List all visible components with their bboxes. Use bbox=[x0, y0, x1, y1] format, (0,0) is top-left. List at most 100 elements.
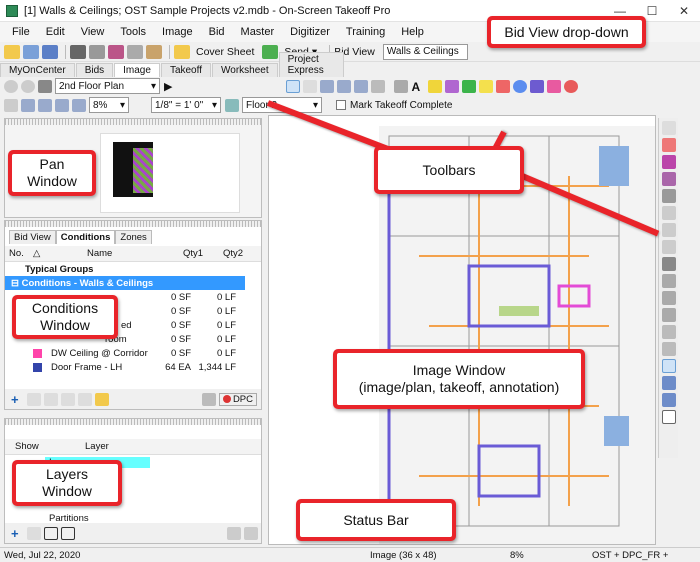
menu-file[interactable]: File bbox=[12, 26, 30, 38]
zoom-prev-icon[interactable] bbox=[72, 98, 86, 112]
cloud-tool-icon[interactable] bbox=[547, 79, 562, 93]
move-condition-icon[interactable] bbox=[77, 392, 92, 406]
add-condition-icon[interactable]: + bbox=[11, 392, 19, 407]
tab-worksheet[interactable]: Worksheet bbox=[212, 63, 278, 77]
pan-thumbnail[interactable] bbox=[100, 133, 240, 213]
menu-tools[interactable]: Tools bbox=[120, 26, 146, 38]
tool-rotate-icon[interactable] bbox=[661, 189, 676, 203]
zoom-in-small-icon[interactable] bbox=[21, 98, 35, 112]
fit-icon[interactable] bbox=[4, 98, 18, 112]
tool-expand-icon[interactable] bbox=[661, 342, 676, 356]
mark-complete-checkbox[interactable] bbox=[336, 100, 346, 110]
move-up-icon[interactable] bbox=[227, 526, 241, 540]
tab-bids[interactable]: Bids bbox=[75, 63, 114, 77]
col-qty2[interactable]: Qty2 bbox=[203, 248, 243, 259]
close-icon[interactable]: ✕ bbox=[668, 0, 700, 22]
col-layer[interactable]: Layer bbox=[55, 441, 109, 452]
edit-condition-icon[interactable] bbox=[26, 392, 41, 406]
stamp-icon[interactable] bbox=[445, 79, 460, 93]
save-icon[interactable] bbox=[42, 44, 58, 59]
condition-section-row[interactable]: ⊟ Conditions - Walls & Ceilings bbox=[5, 276, 245, 290]
print-icon[interactable] bbox=[70, 44, 86, 59]
tool-grid-icon[interactable] bbox=[661, 376, 676, 390]
delete-layer-icon[interactable] bbox=[26, 526, 41, 540]
show-all-icon[interactable] bbox=[43, 526, 58, 540]
stop-icon[interactable] bbox=[564, 79, 579, 93]
tab-myoncenter[interactable]: MyOnCenter bbox=[0, 63, 75, 77]
menu-digitizer[interactable]: Digitizer bbox=[290, 26, 330, 38]
arrow-tool-icon[interactable] bbox=[462, 79, 477, 93]
zoom-out-icon[interactable] bbox=[354, 79, 369, 93]
bid-view-dropdown[interactable]: Walls & Ceilings bbox=[382, 43, 468, 60]
scale-dropdown[interactable]: 1/8" = 1' 0" ▾ bbox=[151, 97, 221, 113]
menu-help[interactable]: Help bbox=[401, 26, 424, 38]
tool-layers-icon[interactable] bbox=[661, 393, 676, 407]
cover-sheet-button[interactable]: Cover Sheet bbox=[174, 44, 254, 59]
tool-split-icon[interactable] bbox=[661, 308, 676, 322]
folder-condition-icon[interactable] bbox=[94, 392, 109, 406]
forward-icon[interactable] bbox=[21, 79, 35, 93]
condition-row[interactable]: DW Ceiling @ Corridor 0 SF 0 LF bbox=[5, 346, 261, 360]
tool-area-icon[interactable] bbox=[661, 138, 676, 152]
condition-row[interactable]: Door Frame - LH 64 EA 1,344 LF bbox=[5, 360, 261, 374]
tab-bid-view[interactable]: Bid View bbox=[9, 230, 56, 244]
paste-icon[interactable] bbox=[146, 44, 162, 59]
lock-icon[interactable] bbox=[201, 392, 216, 406]
dpc-button[interactable]: DPC bbox=[218, 392, 257, 406]
tool-merge-icon[interactable] bbox=[661, 325, 676, 339]
delete-condition-icon[interactable] bbox=[43, 392, 58, 406]
text-icon[interactable]: A bbox=[411, 80, 425, 94]
ellipse-tool-icon[interactable] bbox=[513, 79, 528, 93]
zoom-in-icon[interactable] bbox=[337, 79, 352, 93]
zoom-area-icon[interactable] bbox=[320, 79, 335, 93]
tool-join-icon[interactable] bbox=[661, 291, 676, 305]
tool-count-icon[interactable] bbox=[661, 155, 676, 169]
menu-edit[interactable]: Edit bbox=[46, 26, 65, 38]
tab-conditions[interactable]: Conditions bbox=[55, 230, 116, 244]
zoom-dropdown[interactable]: 8% ▾ bbox=[89, 97, 129, 113]
next-page-icon[interactable]: ▶ bbox=[164, 80, 172, 93]
copy-icon[interactable] bbox=[127, 44, 143, 59]
rectangle-tool-icon[interactable] bbox=[496, 79, 511, 93]
hide-all-icon[interactable] bbox=[60, 526, 75, 540]
tool-cut-icon[interactable] bbox=[661, 274, 676, 288]
move-down-icon[interactable] bbox=[244, 526, 258, 540]
tool-back-icon[interactable] bbox=[661, 240, 676, 254]
menu-master[interactable]: Master bbox=[241, 26, 275, 38]
page-dropdown[interactable]: 2nd Floor Plan ▾ bbox=[55, 78, 160, 94]
tab-takeoff[interactable]: Takeoff bbox=[160, 63, 211, 77]
tool-page-icon[interactable] bbox=[661, 410, 676, 424]
crosshair-icon[interactable] bbox=[303, 79, 318, 93]
zoom-window-icon[interactable] bbox=[55, 98, 69, 112]
pan-hand-icon[interactable] bbox=[371, 79, 386, 93]
zoom-out-small-icon[interactable] bbox=[38, 98, 52, 112]
menu-view[interactable]: View bbox=[81, 26, 105, 38]
prev-page-icon[interactable] bbox=[38, 79, 52, 93]
tool-angle-icon[interactable] bbox=[661, 206, 676, 220]
col-name[interactable]: Name bbox=[47, 248, 163, 259]
tool-linear-icon[interactable] bbox=[661, 172, 676, 186]
col-qty1[interactable]: Qty1 bbox=[163, 248, 203, 259]
new-icon[interactable] bbox=[23, 44, 39, 59]
tab-project-express[interactable]: Project Express bbox=[278, 52, 344, 77]
tab-zones[interactable]: Zones bbox=[115, 230, 152, 244]
tool-rect-icon[interactable] bbox=[661, 121, 676, 135]
menu-image[interactable]: Image bbox=[162, 26, 193, 38]
tool-list-icon[interactable] bbox=[661, 359, 676, 373]
col-show[interactable]: Show bbox=[5, 441, 55, 452]
tab-image[interactable]: Image bbox=[114, 63, 160, 77]
menu-training[interactable]: Training bbox=[346, 26, 385, 38]
highlighter-icon[interactable] bbox=[428, 79, 443, 93]
tool-triangle-icon[interactable] bbox=[661, 223, 676, 237]
cut-icon[interactable] bbox=[108, 44, 124, 59]
menu-bid[interactable]: Bid bbox=[209, 26, 225, 38]
line-tool-icon[interactable] bbox=[479, 79, 494, 93]
preview-icon[interactable] bbox=[89, 44, 105, 59]
copy-condition-icon[interactable] bbox=[60, 392, 75, 406]
polygon-tool-icon[interactable] bbox=[530, 79, 545, 93]
add-layer-icon[interactable]: + bbox=[11, 526, 19, 541]
back-icon[interactable] bbox=[4, 79, 18, 93]
magic-wand-icon[interactable] bbox=[394, 79, 409, 93]
select-arrow-icon[interactable] bbox=[286, 79, 301, 93]
tool-crop-icon[interactable] bbox=[661, 257, 676, 271]
